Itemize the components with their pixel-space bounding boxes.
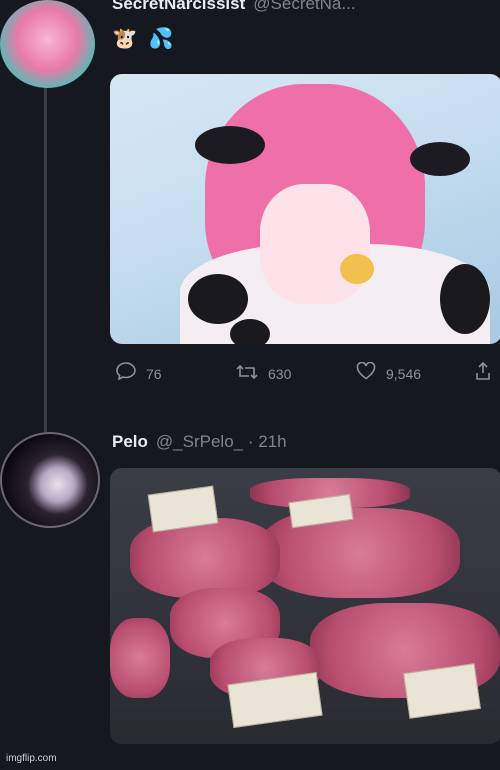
share-icon (476, 361, 490, 386)
like-button[interactable]: 9,546 (356, 361, 476, 386)
thread-line (44, 88, 47, 433)
reply-button[interactable]: 76 (116, 362, 236, 386)
heart-icon (356, 361, 376, 386)
like-count: 9,546 (386, 366, 422, 382)
tweet-header: Pelo @_SrPelo_ · 21h (112, 432, 287, 452)
steak (110, 618, 170, 698)
illustration-spot (230, 319, 270, 344)
illustration-spot (188, 274, 248, 324)
tweet-image-anime[interactable] (110, 74, 500, 344)
tweet-header: SecretNarcissist @SecretNa... (112, 0, 356, 14)
illustration-face (260, 184, 370, 304)
display-name[interactable]: Pelo (112, 432, 148, 452)
handle[interactable]: @SecretNa... (253, 0, 355, 14)
steak (260, 508, 460, 598)
handle-and-time[interactable]: @_SrPelo_ · 21h (156, 432, 287, 452)
cow-emoji: 🐮 (112, 28, 137, 50)
watermark: imgflip.com (6, 753, 57, 764)
tweet-actions: 76 630 9,546 (116, 361, 500, 386)
retweet-icon (236, 363, 258, 386)
sweat-drops-emoji: 💦 (148, 28, 174, 50)
tweet-image-steaks[interactable] (110, 468, 500, 744)
tweet-text: 🐮 💦 (112, 26, 179, 51)
avatar-secretnarcissist[interactable] (0, 0, 95, 88)
illustration-spot (440, 264, 490, 334)
share-button[interactable] (476, 361, 500, 386)
retweet-count: 630 (268, 366, 292, 382)
illustration-ear-right (410, 142, 470, 176)
illustration-bell (340, 254, 374, 284)
price-tag (403, 663, 481, 719)
retweet-button[interactable]: 630 (236, 362, 356, 386)
display-name[interactable]: SecretNarcissist (112, 0, 245, 14)
reply-icon (116, 362, 136, 386)
illustration-ear-left (195, 126, 265, 164)
reply-count: 76 (146, 366, 162, 382)
avatar-pelo[interactable] (0, 432, 100, 528)
